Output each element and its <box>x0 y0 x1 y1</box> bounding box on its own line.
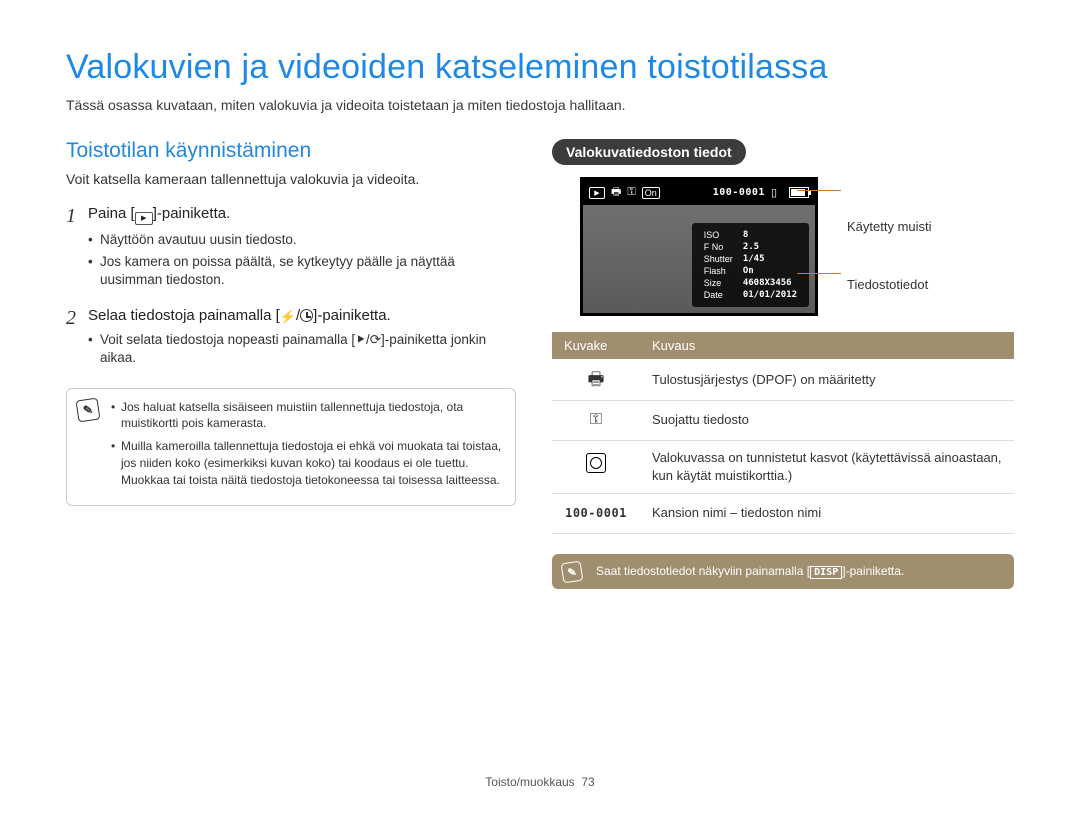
step-text-pre: Paina [ <box>88 205 135 222</box>
sd-card-icon: ▯ <box>771 186 777 199</box>
print-order-icon: 🖶 <box>588 369 605 389</box>
folder-file-label-icon: 100-0001 <box>565 506 627 520</box>
step-bullet: Jos kamera on poissa päältä, se kytkeyty… <box>100 253 516 289</box>
disp-button-label: DISP <box>810 566 842 579</box>
step: 1 Paina [ ]-painiketta. Näyttöön avautuu … <box>66 205 516 293</box>
section-heading: Toistotilan käynnistäminen <box>66 139 516 163</box>
step-number: 1 <box>66 205 88 293</box>
footer-section: Toisto/muokkaus <box>485 775 574 789</box>
callout-memory: Käytetty muisti <box>847 219 932 234</box>
step-number: 2 <box>66 307 88 371</box>
note-icon: ✎ <box>76 397 101 422</box>
tip-box: ✎ Saat tiedostotiedot näkyviin painamall… <box>552 554 1014 589</box>
step-text-pre: Selaa tiedostoja painamalla [ <box>88 307 280 324</box>
legend-desc: Tulostusjärjestys (DPOF) on määritetty <box>640 359 1014 401</box>
step-text-post: ]-painiketta. <box>313 307 391 324</box>
page-footer: Toisto/muokkaus 73 <box>0 775 1080 789</box>
playback-mode-icon: ▶ <box>589 187 605 199</box>
tip-text-pre: Saat tiedostotiedot näkyviin painamalla … <box>596 564 810 578</box>
legend-row: ⚿ Suojattu tiedosto <box>552 401 1014 440</box>
folder-file-number: 100-0001 <box>713 187 765 198</box>
step-bullet: Näyttöön avautuu uusin tiedosto. <box>100 231 516 249</box>
legend-head-desc: Kuvaus <box>640 332 1014 359</box>
lcd-preview: ▶ 🖶 ⚿ On 100-0001 ▯ ISO8 F No2.5 Shutter… <box>580 177 818 316</box>
legend-head-icon: Kuvake <box>552 332 640 359</box>
key-icon: ⚿ <box>627 186 635 199</box>
step: 2 Selaa tiedostoja painamalla [⚡/]-paini… <box>66 307 516 371</box>
subsection-pill: Valokuvatiedoston tiedot <box>552 139 746 165</box>
step-text-post: ]-painiketta. <box>153 205 231 222</box>
page-title: Valokuvien ja videoiden katseleminen toi… <box>66 48 1014 87</box>
on-indicator: On <box>642 187 660 199</box>
note-item: Jos haluat katsella sisäiseen muistiin t… <box>111 399 503 433</box>
footer-page: 73 <box>581 775 594 789</box>
section-intro: Voit katsella kameraan tallennettuja val… <box>66 171 516 187</box>
note-box: ✎ Jos haluat katsella sisäiseen muistiin… <box>66 388 516 506</box>
legend-desc: Suojattu tiedosto <box>640 401 1014 440</box>
tip-icon: ✎ <box>561 560 584 583</box>
callout-fileinfo: Tiedostotiedot <box>847 277 928 292</box>
face-detect-icon <box>586 453 606 473</box>
lcd-preview-wrap: ▶ 🖶 ⚿ On 100-0001 ▯ ISO8 F No2.5 Shutter… <box>552 177 972 316</box>
legend-row: 100-0001 Kansion nimi – tiedoston nimi <box>552 494 1014 533</box>
play-button-icon <box>135 212 153 225</box>
page-subtitle: Tässä osassa kuvataan, miten valokuvia j… <box>66 97 1014 113</box>
icon-legend-table: Kuvake Kuvaus 🖶 Tulostusjärjestys (DPOF)… <box>552 332 1014 534</box>
legend-desc: Kansion nimi – tiedoston nimi <box>640 494 1014 533</box>
lcd-image-area: ISO8 F No2.5 Shutter1/45 FlashOn Size460… <box>583 205 815 313</box>
tip-text-post: ]-painiketta. <box>842 564 904 578</box>
legend-row: 🖶 Tulostusjärjestys (DPOF) on määritetty <box>552 359 1014 401</box>
battery-icon <box>789 187 809 198</box>
legend-row: Valokuvassa on tunnistetut kasvot (käyte… <box>552 440 1014 493</box>
step-bullet: Voit selata tiedostoja nopeasti painamal… <box>100 331 516 367</box>
print-icon: 🖶 <box>611 183 621 202</box>
note-item: Muilla kameroilla tallennettuja tiedosto… <box>111 438 503 488</box>
exif-info-panel: ISO8 F No2.5 Shutter1/45 FlashOn Size460… <box>692 223 809 307</box>
protected-file-icon: ⚿ <box>590 411 602 428</box>
timer-icon <box>300 309 313 322</box>
flash-icon: ⚡ <box>280 309 296 324</box>
lcd-top-bar: ▶ 🖶 ⚿ On 100-0001 ▯ <box>583 180 815 205</box>
legend-desc: Valokuvassa on tunnistetut kasvot (käyte… <box>640 440 1014 493</box>
